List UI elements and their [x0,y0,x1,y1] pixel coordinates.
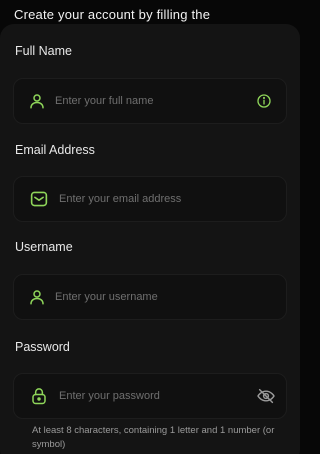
signup-screen: Create your account by filling the Full … [0,0,300,454]
intro-text: Create your account by filling the [14,7,211,22]
full-name-field-container[interactable] [13,78,287,124]
password-hint: At least 8 characters, containing 1 lett… [32,425,275,450]
email-field-container[interactable] [13,176,287,222]
lock-icon [29,386,49,406]
email-label: Email Address [15,143,95,157]
full-name-input[interactable] [55,79,245,123]
password-label: Password [15,340,70,354]
password-input[interactable] [59,374,249,418]
full-name-label: Full Name [15,44,72,58]
email-input[interactable] [59,177,249,221]
password-field-container[interactable] [13,373,287,419]
user-icon [27,287,47,307]
user-icon [27,91,47,111]
info-icon[interactable] [254,91,274,111]
username-label: Username [15,240,73,254]
eye-off-icon[interactable] [256,386,276,406]
mail-icon [29,189,49,209]
username-field-container[interactable] [13,274,287,320]
username-input[interactable] [55,275,245,319]
